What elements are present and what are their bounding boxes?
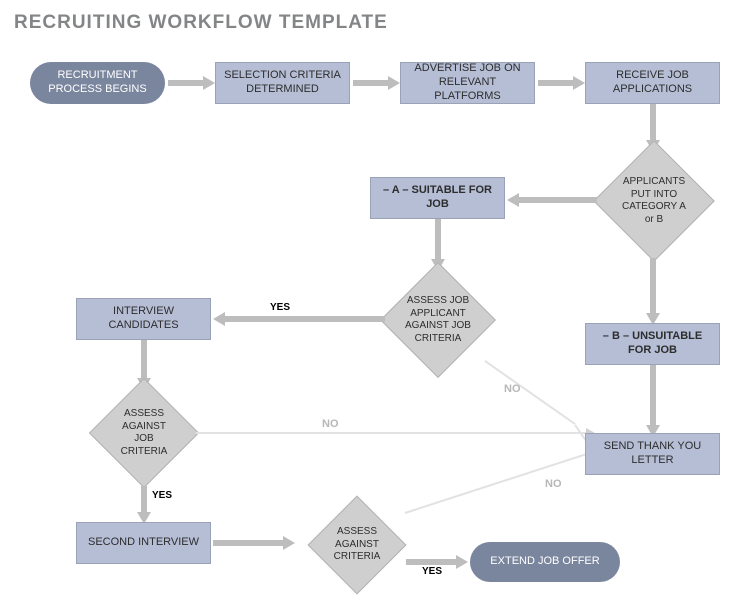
node-second-interview: SECOND INTERVIEW: [76, 522, 211, 564]
node-thank-you: SEND THANK YOU LETTER: [585, 433, 720, 475]
node-interview: INTERVIEW CANDIDATES: [76, 298, 211, 340]
diagram-canvas: RECRUITING WORKFLOW TEMPLATE RECRUITMENT…: [0, 0, 756, 612]
node-assess-a: ASSESS JOB APPLICANT AGAINST JOB CRITERI…: [380, 262, 496, 378]
node-cat-b: – B – UNSUITABLE FOR JOB: [585, 323, 720, 365]
node-start: RECRUITMENT PROCESS BEGINS: [30, 62, 165, 104]
node-categorize: APPLICANTS PUT INTO CATEGORY A or B: [593, 140, 715, 262]
node-cat-a: – A – SUITABLE FOR JOB: [370, 177, 505, 219]
node-assess-3: ASSESS AGAINST CRITERIA: [308, 496, 407, 595]
node-offer: EXTEND JOB OFFER: [470, 542, 620, 582]
label-no-3: NO: [545, 478, 562, 490]
node-criteria: SELECTION CRITERIA DETERMINED: [215, 62, 350, 104]
page-title: RECRUITING WORKFLOW TEMPLATE: [14, 12, 388, 34]
label-no-1: NO: [504, 383, 521, 395]
node-advertise: ADVERTISE JOB ON RELEVANT PLATFORMS: [400, 62, 535, 104]
node-assess-2: ASSESS AGAINST JOB CRITERIA: [89, 378, 199, 488]
label-yes-2: YES: [152, 490, 172, 501]
label-no-2: NO: [322, 418, 339, 430]
node-receive: RECEIVE JOB APPLICATIONS: [585, 62, 720, 104]
label-yes-3: YES: [422, 566, 442, 577]
label-yes-1: YES: [270, 302, 290, 313]
